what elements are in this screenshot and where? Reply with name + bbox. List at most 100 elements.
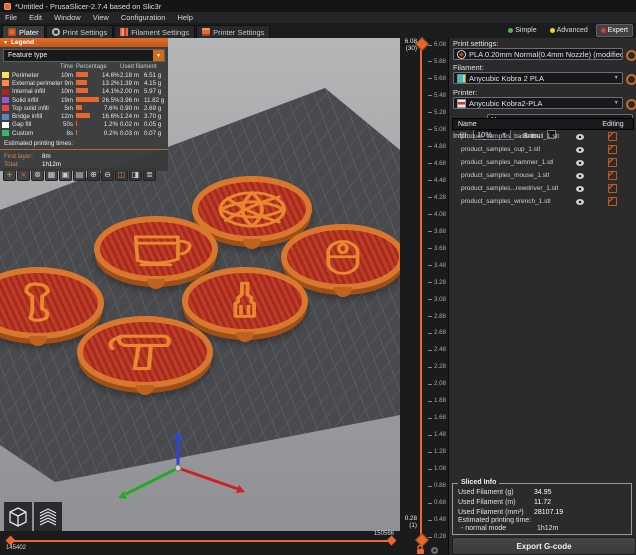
layer-tick: 5.68 [404,76,446,82]
total-time-row: Total: 1h12m [4,160,168,168]
feature-weight: 5.97 g [144,88,168,95]
visibility-eye-icon[interactable] [576,199,584,205]
mode-expert-button[interactable]: Expert [596,24,633,37]
edit-filament-gear-icon[interactable] [626,74,636,85]
tick-mark-icon [428,231,432,232]
model-hammer[interactable] [77,316,213,388]
col-percentage: Percentage [76,64,120,70]
edit-object-icon[interactable] [608,132,617,141]
gcode-slider-left-handle[interactable] [6,536,16,546]
menu-file[interactable]: File [5,13,17,22]
visibility-eye-icon[interactable] [576,160,584,166]
export-gcode-button[interactable]: Export G-code [452,537,636,555]
tab-bar: PlaterPrint SettingsFilament SettingsPri… [0,23,636,38]
tick-label: 1.88 [434,398,446,404]
object-row[interactable]: product_samples_mouse_1.stl [452,169,634,182]
edit-print-settings-gear-icon[interactable] [626,50,636,61]
menu-help[interactable]: Help [177,13,192,22]
tick-mark-icon [428,452,432,453]
view-type-dropdown[interactable]: Feature type ▼ [3,49,165,62]
3d-viewport[interactable]: +×⊗▦▣▤⊕⊖◫◨≣ ▼ Legend Feature type ▼ Time… [0,38,400,555]
tick-mark-icon [428,537,432,538]
tick-mark-icon [428,435,432,436]
chevron-down-icon: ▼ [153,50,164,61]
tick-label: 2.08 [434,381,446,387]
object-row[interactable]: product_samples_wrench_1.stl [452,195,634,208]
menu-bar: File Edit Window View Configuration Help [0,12,636,23]
model-cup[interactable] [94,216,218,282]
printer-label: Printer: [453,88,477,97]
visibility-eye-icon[interactable] [576,173,584,179]
layer-tick: 4.48 [404,178,446,184]
filament-dropdown[interactable]: Anycubic Kobra 2 PLA ▼ [453,72,623,84]
edit-object-icon[interactable] [608,171,617,180]
layer-tick: 1.28 [404,449,446,455]
sliced-mode-row: - normal mode 1h12m [453,525,631,533]
object-row[interactable]: product_samples_basketball_1.stl [452,130,634,143]
tick-label: 5.28 [434,110,446,116]
mode-label: Expert [608,27,628,34]
lock-icon[interactable] [415,544,426,555]
printer-dropdown[interactable]: Anycubic Kobra2-PLA ▼ [453,97,623,109]
menu-configuration[interactable]: Configuration [121,13,166,22]
layer-tick: 3.68 [404,246,446,252]
edit-printer-gear-icon[interactable] [626,99,636,110]
edit-object-icon[interactable] [608,158,617,167]
first-layer-row: First layer: 8m [4,152,168,160]
chevron-down-icon: ▼ [614,100,619,106]
printer-settings-icon [202,28,210,36]
tick-label: 3.68 [434,246,446,252]
feature-label: Bridge infill [12,113,60,120]
printer-icon [457,99,466,108]
print-settings-dropdown[interactable]: PLA 0.20mm Normal(0.4mm Nozzle) (modifie… [453,48,623,60]
feature-color-swatch [2,80,9,86]
object-row[interactable]: product_samples_hammer_1.stl [452,156,634,169]
tick-label: 4.08 [434,212,446,218]
editing-cell [590,171,634,180]
legend-title: Legend [11,39,34,46]
mode-simple-button[interactable]: Simple [503,24,541,37]
edit-object-icon[interactable] [608,145,617,154]
feature-color-swatch [2,97,9,103]
sliced-info-title: Sliced Info [458,479,499,486]
tick-label: 3.08 [434,297,446,303]
3d-editor-view-button[interactable] [4,502,32,531]
layer-tick: 3.08 [404,297,446,303]
tick-label: 4.68 [434,161,446,167]
model-screwdriver[interactable] [182,267,308,335]
slider-settings-gear-icon[interactable] [431,547,438,554]
legend-header[interactable]: ▼ Legend [0,38,168,47]
menu-view[interactable]: View [93,13,109,22]
tab-print-settings[interactable]: Print Settings [46,25,114,38]
menu-edit[interactable]: Edit [29,13,42,22]
tab-plater[interactable]: Plater [2,25,45,38]
tick-mark-icon [428,45,432,46]
visibility-eye-icon[interactable] [576,186,584,192]
tab-printer-settings[interactable]: Printer Settings [196,25,270,38]
edit-object-icon[interactable] [608,197,617,206]
tick-label: 4.28 [434,195,446,201]
cup-icon [110,230,202,269]
tick-mark-icon [428,95,432,96]
editing-cell [590,132,634,141]
visibility-eye-icon[interactable] [576,134,584,140]
feature-percentage: 14.1% [102,88,120,95]
model-mouse[interactable] [281,224,400,290]
edit-object-icon[interactable] [608,184,617,193]
gcode-move-slider[interactable] [12,540,390,542]
feature-length: 1.24 m [120,113,144,120]
mode-advanced-button[interactable]: Advanced [545,24,593,37]
tab-filament-settings[interactable]: Filament Settings [114,25,195,38]
tick-mark-icon [428,112,432,113]
preview-view-button[interactable] [34,502,62,531]
object-row[interactable]: product_samples_cup_1.stl [452,143,634,156]
menu-window[interactable]: Window [54,13,81,22]
object-row[interactable]: product_samples...rewdriver_1.stl [452,182,634,195]
percentage-bar [76,97,99,102]
name-column-header: Name [453,121,571,128]
gcode-slider-right-handle[interactable] [387,536,397,546]
tick-label: 5.08 [434,127,446,133]
feature-weight: 11.82 g [144,97,168,104]
visibility-eye-icon[interactable] [576,147,584,153]
layer-tick: 4.88 [404,144,446,150]
